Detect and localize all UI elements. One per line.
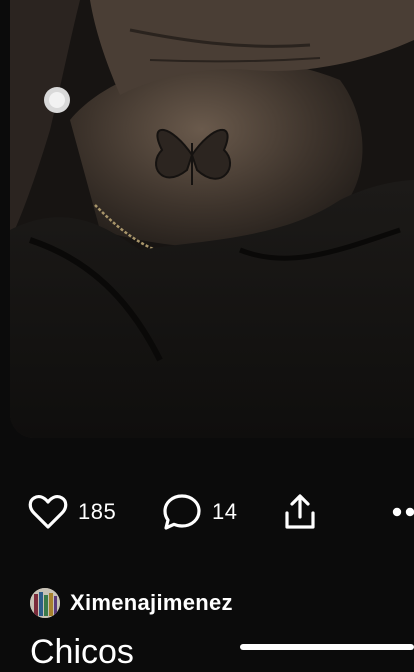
comment-count: 14 [212, 499, 238, 524]
more-dots-icon [392, 507, 414, 517]
share-upload-icon [285, 494, 315, 529]
share-button[interactable] [282, 490, 318, 534]
like-button[interactable]: 185 [28, 490, 116, 534]
user-avatar[interactable] [30, 588, 60, 618]
pin-author[interactable]: Ximenajimenez [30, 588, 233, 618]
pin-actions: 185 14 [0, 490, 414, 534]
author-name[interactable]: Ximenajimenez [70, 590, 233, 616]
like-count: 185 [78, 499, 117, 524]
more-options-button[interactable] [392, 490, 414, 534]
speech-bubble-icon [163, 494, 201, 530]
pin-title: Chicos [30, 633, 134, 671]
pin-image[interactable] [10, 0, 414, 438]
home-indicator[interactable] [240, 644, 414, 650]
comment-button[interactable]: 14 [162, 490, 237, 534]
heart-outline-icon [28, 495, 68, 529]
